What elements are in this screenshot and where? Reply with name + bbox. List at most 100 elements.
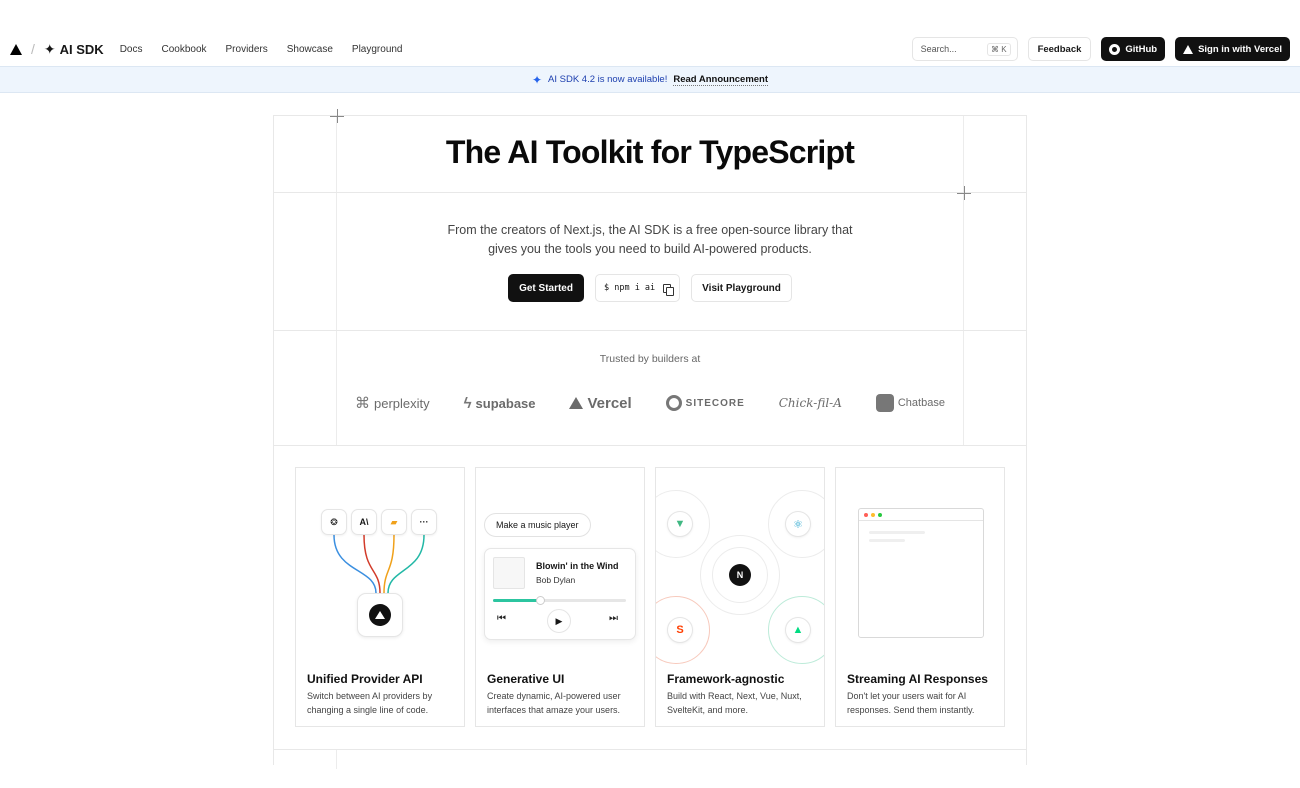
maximize-dot-icon bbox=[878, 512, 882, 517]
card-description: Switch between AI providers by changing … bbox=[307, 691, 433, 715]
chatbase-logo: Chatbase bbox=[875, 394, 945, 412]
play-icon[interactable]: ▶ bbox=[547, 609, 571, 633]
card-title: Streaming AI Responses bbox=[847, 672, 988, 686]
hero-title: The AI Toolkit for TypeScript bbox=[445, 134, 855, 170]
progress-fill bbox=[493, 599, 540, 602]
brand-name[interactable]: AI SDK bbox=[60, 42, 104, 57]
feature-card-generative-ui: Make a music player Blowin' in the Wind … bbox=[475, 467, 645, 727]
announcement-link[interactable]: Read Announcement bbox=[673, 74, 769, 86]
grid-plus-mark bbox=[957, 186, 971, 200]
get-started-button[interactable]: Get Started bbox=[508, 274, 584, 302]
visit-playground-button[interactable]: Visit Playground bbox=[691, 274, 792, 302]
grid-line bbox=[274, 749, 1026, 750]
more-icon: ··· bbox=[411, 509, 437, 535]
npm-install-button[interactable]: $ npm i ai bbox=[594, 274, 681, 302]
hero-subtitle-line: From the creators of Next.js, the AI SDK… bbox=[447, 223, 853, 237]
card-description: Don't let your users wait for AI respons… bbox=[847, 691, 975, 715]
nextjs-icon: N bbox=[729, 564, 751, 586]
album-art bbox=[493, 557, 525, 589]
header-actions: Search... ⌘ K Feedback GitHub Sign in wi… bbox=[911, 37, 1290, 61]
grid-line bbox=[336, 749, 337, 769]
npm-command: $ npm i ai bbox=[603, 283, 656, 293]
feature-card-provider: ❂ A\ ▰ ··· Unified Provider API Switch b… bbox=[295, 467, 465, 727]
grid-plus-mark bbox=[330, 109, 344, 123]
anthropic-icon: A\ bbox=[351, 509, 377, 535]
vercel-icon bbox=[1183, 44, 1194, 54]
logo-text: Vercel bbox=[587, 394, 632, 412]
minimize-dot-icon bbox=[871, 512, 875, 517]
sitecore-logo: SITECORE bbox=[665, 395, 745, 411]
logo-text: Chick-fil-A bbox=[778, 396, 842, 410]
vue-icon: ▼ bbox=[667, 511, 693, 537]
vercel-logo-icon[interactable] bbox=[10, 43, 22, 55]
perplexity-logo: ⌘ perplexity bbox=[355, 394, 430, 412]
react-icon: ⚛ bbox=[785, 511, 811, 537]
hero-subtitle-line: gives you the tools you need to build AI… bbox=[488, 242, 812, 256]
copy-icon[interactable] bbox=[663, 283, 675, 296]
feedback-button[interactable]: Feedback bbox=[1027, 37, 1092, 61]
card-title: Unified Provider API bbox=[307, 672, 423, 686]
cta-row: Get Started $ npm i ai Visit Playground bbox=[273, 274, 1027, 302]
vercel-logo: Vercel bbox=[569, 394, 632, 412]
card-description: Build with React, Next, Vue, Nuxt, Svelt… bbox=[667, 691, 802, 715]
card-title: Generative UI bbox=[487, 672, 565, 686]
music-player: Blowin' in the Wind Bob Dylan ⏮ ▶ ⏭ bbox=[484, 548, 636, 640]
card-description: Create dynamic, AI-powered user interfac… bbox=[487, 691, 621, 715]
card-title: Framework-agnostic bbox=[667, 672, 785, 686]
previous-icon[interactable]: ⏮ bbox=[497, 613, 506, 624]
logo-text: Chatbase bbox=[897, 397, 945, 409]
svelte-icon: S bbox=[667, 617, 693, 643]
nav-playground[interactable]: Playground bbox=[352, 44, 403, 55]
prompt-bubble: Make a music player bbox=[484, 513, 591, 537]
brand[interactable]: / ✦ AI SDK bbox=[10, 41, 120, 58]
sign-in-button[interactable]: Sign in with Vercel bbox=[1175, 37, 1290, 61]
logo-text: SITECORE bbox=[685, 397, 745, 409]
vercel-triangle-icon bbox=[569, 397, 584, 409]
nav-cookbook[interactable]: Cookbook bbox=[161, 44, 206, 55]
logo-text: perplexity bbox=[374, 395, 430, 411]
main-nav: Docs Cookbook Providers Showcase Playgro… bbox=[120, 44, 422, 55]
mistral-icon: ▰ bbox=[381, 509, 407, 535]
top-nav: / ✦ AI SDK Docs Cookbook Providers Showc… bbox=[0, 32, 1300, 66]
skeleton-line bbox=[869, 531, 925, 534]
nuxt-icon: ▲ bbox=[785, 617, 811, 643]
grid-line bbox=[274, 445, 1026, 446]
nav-providers[interactable]: Providers bbox=[226, 44, 268, 55]
nav-docs[interactable]: Docs bbox=[120, 44, 143, 55]
song-title: Blowin' in the Wind bbox=[536, 561, 619, 571]
ai-sdk-sparkle-icon: ✦ bbox=[43, 40, 56, 57]
next-icon[interactable]: ⏭ bbox=[609, 613, 618, 624]
ai-sdk-hub bbox=[357, 593, 403, 637]
perplexity-icon: ⌘ bbox=[355, 395, 370, 412]
nav-showcase[interactable]: Showcase bbox=[287, 44, 333, 55]
provider-wires bbox=[333, 534, 425, 594]
close-dot-icon bbox=[864, 512, 868, 517]
supabase-logo: ϟ supabase bbox=[464, 395, 536, 412]
grid-line bbox=[274, 192, 1026, 193]
sitecore-icon bbox=[665, 395, 682, 411]
feature-card-streaming: Streaming AI Responses Don't let your us… bbox=[835, 467, 1005, 727]
supabase-icon: ϟ bbox=[463, 394, 472, 412]
github-label: GitHub bbox=[1125, 43, 1158, 55]
feature-card-frameworks: N ▼ ⚛ S ▲ Framework-agnostic Build with … bbox=[655, 467, 825, 727]
sparkle-icon: ✦ bbox=[531, 72, 543, 87]
song-artist: Bob Dylan bbox=[536, 575, 576, 585]
chick-fil-a-logo: Chick-fil-A bbox=[779, 396, 842, 410]
search-placeholder: Search... bbox=[920, 44, 957, 54]
sign-in-label: Sign in with Vercel bbox=[1198, 43, 1282, 55]
chatbase-icon bbox=[875, 394, 894, 412]
progress-knob[interactable] bbox=[535, 596, 545, 605]
announcement-banner: ✦ AI SDK 4.2 is now available! Read Anno… bbox=[0, 66, 1300, 93]
github-button[interactable]: GitHub bbox=[1101, 37, 1166, 61]
separator: / bbox=[31, 41, 35, 57]
announcement-text: AI SDK 4.2 is now available! bbox=[548, 74, 668, 85]
search-input[interactable]: Search... ⌘ K bbox=[911, 37, 1018, 61]
browser-window bbox=[858, 508, 984, 638]
search-shortcut: ⌘ K bbox=[987, 42, 1011, 56]
github-icon bbox=[1109, 43, 1121, 55]
skeleton-line bbox=[869, 539, 905, 542]
logo-text: supabase bbox=[475, 395, 536, 411]
progress-track[interactable] bbox=[493, 596, 626, 605]
trusted-label: Trusted by builders at bbox=[599, 353, 701, 365]
customer-logos: ⌘ perplexity ϟ supabase Vercel SITECORE … bbox=[355, 394, 945, 412]
